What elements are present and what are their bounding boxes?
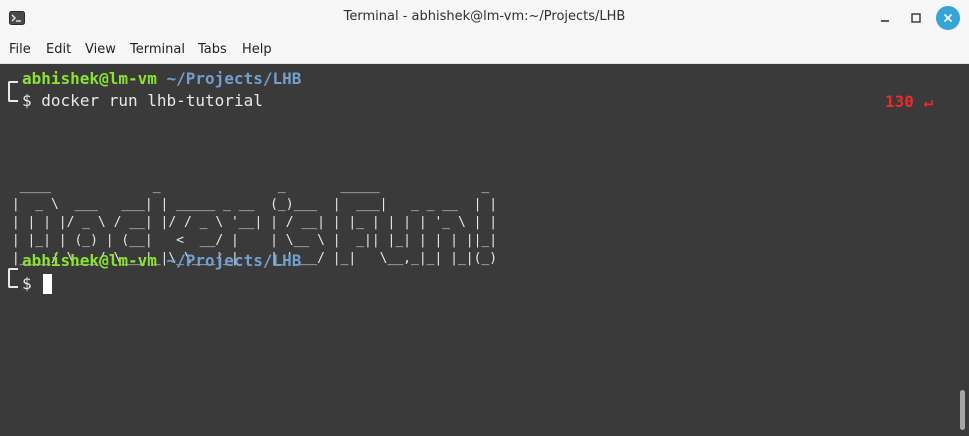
prompt-path: ~/Projects/LHB bbox=[166, 69, 302, 88]
ascii-line: | | | |/ _ \ / __| |/ / _ \ '__| | / __|… bbox=[4, 215, 498, 230]
terminal-window: Terminal - abhishek@lm-vm:~/Projects/LHB… bbox=[0, 0, 969, 436]
maximize-icon bbox=[911, 13, 921, 23]
ascii-line: | |_| | (_) | (__| < __/ | | \__ \ | _||… bbox=[4, 233, 498, 248]
ascii-line: | _ \ ___ ___| | _____ _ __ (_)___ | ___… bbox=[4, 197, 498, 212]
prompt-path: ~/Projects/LHB bbox=[166, 251, 302, 270]
prompt-line: abhishek@lm-vm ~/Projects/LHB bbox=[22, 250, 301, 272]
menu-terminal[interactable]: Terminal bbox=[130, 42, 185, 57]
prompt-corner-bottom bbox=[8, 276, 18, 288]
vertical-scrollbar[interactable] bbox=[955, 64, 969, 436]
command-line: $ docker run lhb-tutorial bbox=[22, 90, 263, 112]
window-title: Terminal - abhishek@lm-vm:~/Projects/LHB bbox=[343, 9, 626, 24]
close-button[interactable] bbox=[936, 6, 960, 30]
menu-tabs[interactable]: Tabs bbox=[198, 42, 227, 57]
menu-edit[interactable]: Edit bbox=[46, 42, 71, 57]
prompt-line: abhishek@lm-vm ~/Projects/LHB bbox=[22, 68, 301, 90]
prompt-user: abhishek@lm-vm bbox=[22, 251, 157, 270]
minimize-button[interactable] bbox=[874, 7, 896, 29]
scrollbar-thumb[interactable] bbox=[960, 390, 965, 430]
prompt-corner-bottom bbox=[8, 90, 18, 102]
text-cursor bbox=[43, 274, 52, 294]
menu-help[interactable]: Help bbox=[242, 42, 272, 57]
prompt-symbol: $ bbox=[22, 274, 32, 293]
ascii-line: ____ _ _ _____ _ bbox=[4, 179, 498, 194]
command-text: docker run lhb-tutorial bbox=[41, 91, 263, 110]
maximize-button[interactable] bbox=[905, 7, 927, 29]
prompt-symbol: $ bbox=[22, 91, 32, 110]
exit-status-badge: 130 ↵ bbox=[885, 92, 934, 111]
title-bar[interactable]: Terminal - abhishek@lm-vm:~/Projects/LHB bbox=[0, 0, 969, 36]
menu-file[interactable]: File bbox=[9, 42, 31, 57]
minimize-icon bbox=[881, 20, 889, 22]
command-line: $ bbox=[22, 273, 41, 295]
menu-view[interactable]: View bbox=[85, 42, 116, 57]
menu-bar: File Edit View Terminal Tabs Help bbox=[0, 36, 969, 64]
close-icon bbox=[943, 13, 953, 23]
terminal-output-area[interactable]: abhishek@lm-vm ~/Projects/LHB $ docker r… bbox=[0, 64, 955, 436]
prompt-user: abhishek@lm-vm bbox=[22, 69, 157, 88]
